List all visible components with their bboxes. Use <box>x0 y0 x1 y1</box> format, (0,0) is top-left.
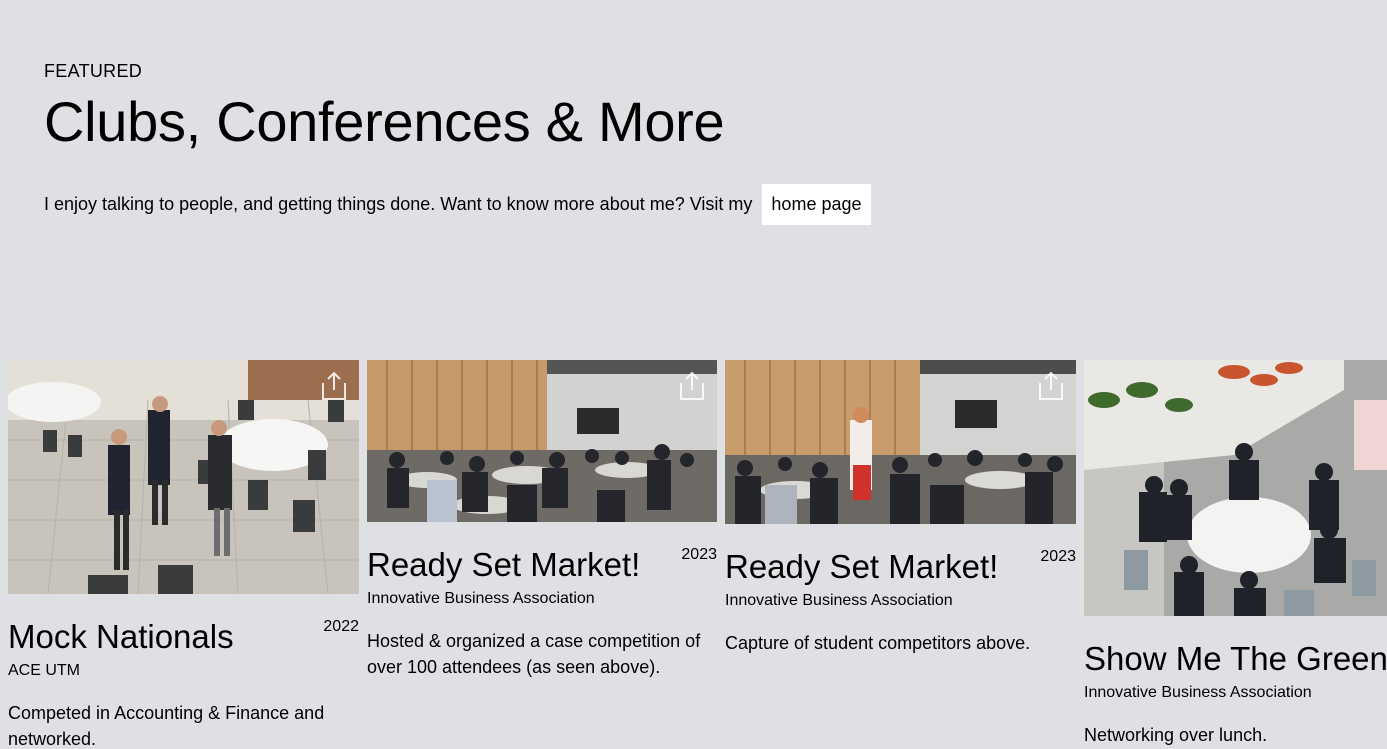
card-description: Hosted & organized a case competition of… <box>367 631 701 677</box>
card-photo[interactable] <box>1084 360 1387 616</box>
card-year: 2023 <box>681 546 717 563</box>
home-page-link[interactable]: home page <box>762 184 871 225</box>
card-description: Capture of student competitors above. <box>725 633 1031 653</box>
card-title: Show Me The Green <box>1084 640 1387 677</box>
section-header: FEATURED Clubs, Conferences & More I enj… <box>44 60 871 225</box>
eyebrow-label: FEATURED <box>44 61 143 81</box>
card-title: Ready Set Market! <box>725 548 999 585</box>
card-heading: Show Me The Green <box>1084 640 1387 678</box>
photo-show-me-the-green-icon <box>1084 360 1387 616</box>
share-icon[interactable] <box>1036 370 1066 402</box>
card-title: Mock Nationals <box>8 618 234 655</box>
card-organization: ACE UTM <box>8 662 80 679</box>
intro-line: I enjoy talking to people, and getting t… <box>44 184 871 225</box>
card-organization: Innovative Business Association <box>367 590 595 607</box>
section-title: Clubs, Conferences & More <box>44 90 725 153</box>
card-organization: Innovative Business Association <box>1084 684 1312 701</box>
card-photo[interactable] <box>725 360 1076 524</box>
card-mock-nationals[interactable]: Mock Nationals 2022 ACE UTM Competed in … <box>8 360 359 749</box>
photo-mock-nationals-icon <box>8 360 359 594</box>
share-icon[interactable] <box>319 370 349 402</box>
card-heading: Mock Nationals 2022 <box>8 618 359 656</box>
card-year: 2022 <box>323 618 359 635</box>
intro-text: I enjoy talking to people, and getting t… <box>44 194 753 214</box>
card-description: Networking over lunch. <box>1084 725 1268 745</box>
share-icon[interactable] <box>677 370 707 402</box>
card-photo[interactable] <box>8 360 359 594</box>
share-glyph-icon <box>322 371 346 400</box>
card-year: 2023 <box>1040 548 1076 565</box>
card-heading: Ready Set Market! 2023 <box>725 548 1076 586</box>
photo-ready-set-market-hall-icon <box>367 360 717 522</box>
card-description: Competed in Accounting & Finance and net… <box>8 703 325 749</box>
card-organization: Innovative Business Association <box>725 592 953 609</box>
card-ready-set-market-2[interactable]: Ready Set Market! 2023 Innovative Busine… <box>725 360 1076 656</box>
card-ready-set-market-1[interactable]: Ready Set Market! 2023 Innovative Busine… <box>367 360 717 680</box>
card-photo[interactable] <box>367 360 717 522</box>
card-heading: Ready Set Market! 2023 <box>367 546 717 584</box>
card-show-me-the-green[interactable]: Show Me The Green Innovative Business As… <box>1084 360 1387 748</box>
share-glyph-icon <box>1039 371 1063 400</box>
share-glyph-icon <box>680 371 704 400</box>
card-title: Ready Set Market! <box>367 546 641 583</box>
featured-section: FEATURED Clubs, Conferences & More I enj… <box>0 0 1387 749</box>
photo-ready-set-market-competitors-icon <box>725 360 1076 524</box>
